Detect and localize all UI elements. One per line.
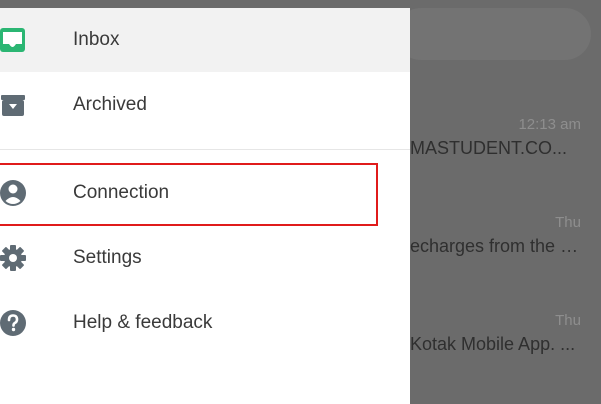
drawer-divider: [0, 149, 410, 150]
nav-item-settings[interactable]: Settings: [0, 226, 410, 290]
drawer-top-shade: [0, 0, 410, 8]
email-subject: echarges from the c...: [410, 236, 582, 256]
nav-item-label: Connection: [73, 182, 170, 203]
search-bar: [395, 8, 591, 60]
nav-item-connection[interactable]: Connection: [0, 161, 410, 225]
help-icon: [0, 309, 28, 337]
email-subject: Kotak Mobile App. ...: [410, 334, 576, 354]
nav-item-help-feedback[interactable]: Help & feedback: [0, 291, 410, 355]
account-icon: [0, 179, 28, 207]
email-time: Thu: [555, 312, 581, 329]
nav-item-archived[interactable]: Archived: [0, 73, 410, 137]
archive-icon: [0, 91, 28, 119]
navigation-drawer: Inbox Archived Connection Settings Help …: [0, 0, 410, 404]
email-time: 12:13 am: [518, 116, 581, 133]
gear-icon: [0, 244, 28, 272]
nav-item-label: Archived: [73, 94, 147, 115]
email-time: Thu: [555, 214, 581, 231]
inbox-icon: [0, 26, 28, 54]
email-subject: MASTUDENT.CO...: [410, 138, 568, 158]
nav-item-label: Settings: [73, 247, 142, 268]
nav-item-inbox[interactable]: Inbox: [0, 8, 410, 72]
nav-item-label: Help & feedback: [73, 312, 213, 333]
nav-item-label: Inbox: [73, 29, 120, 50]
